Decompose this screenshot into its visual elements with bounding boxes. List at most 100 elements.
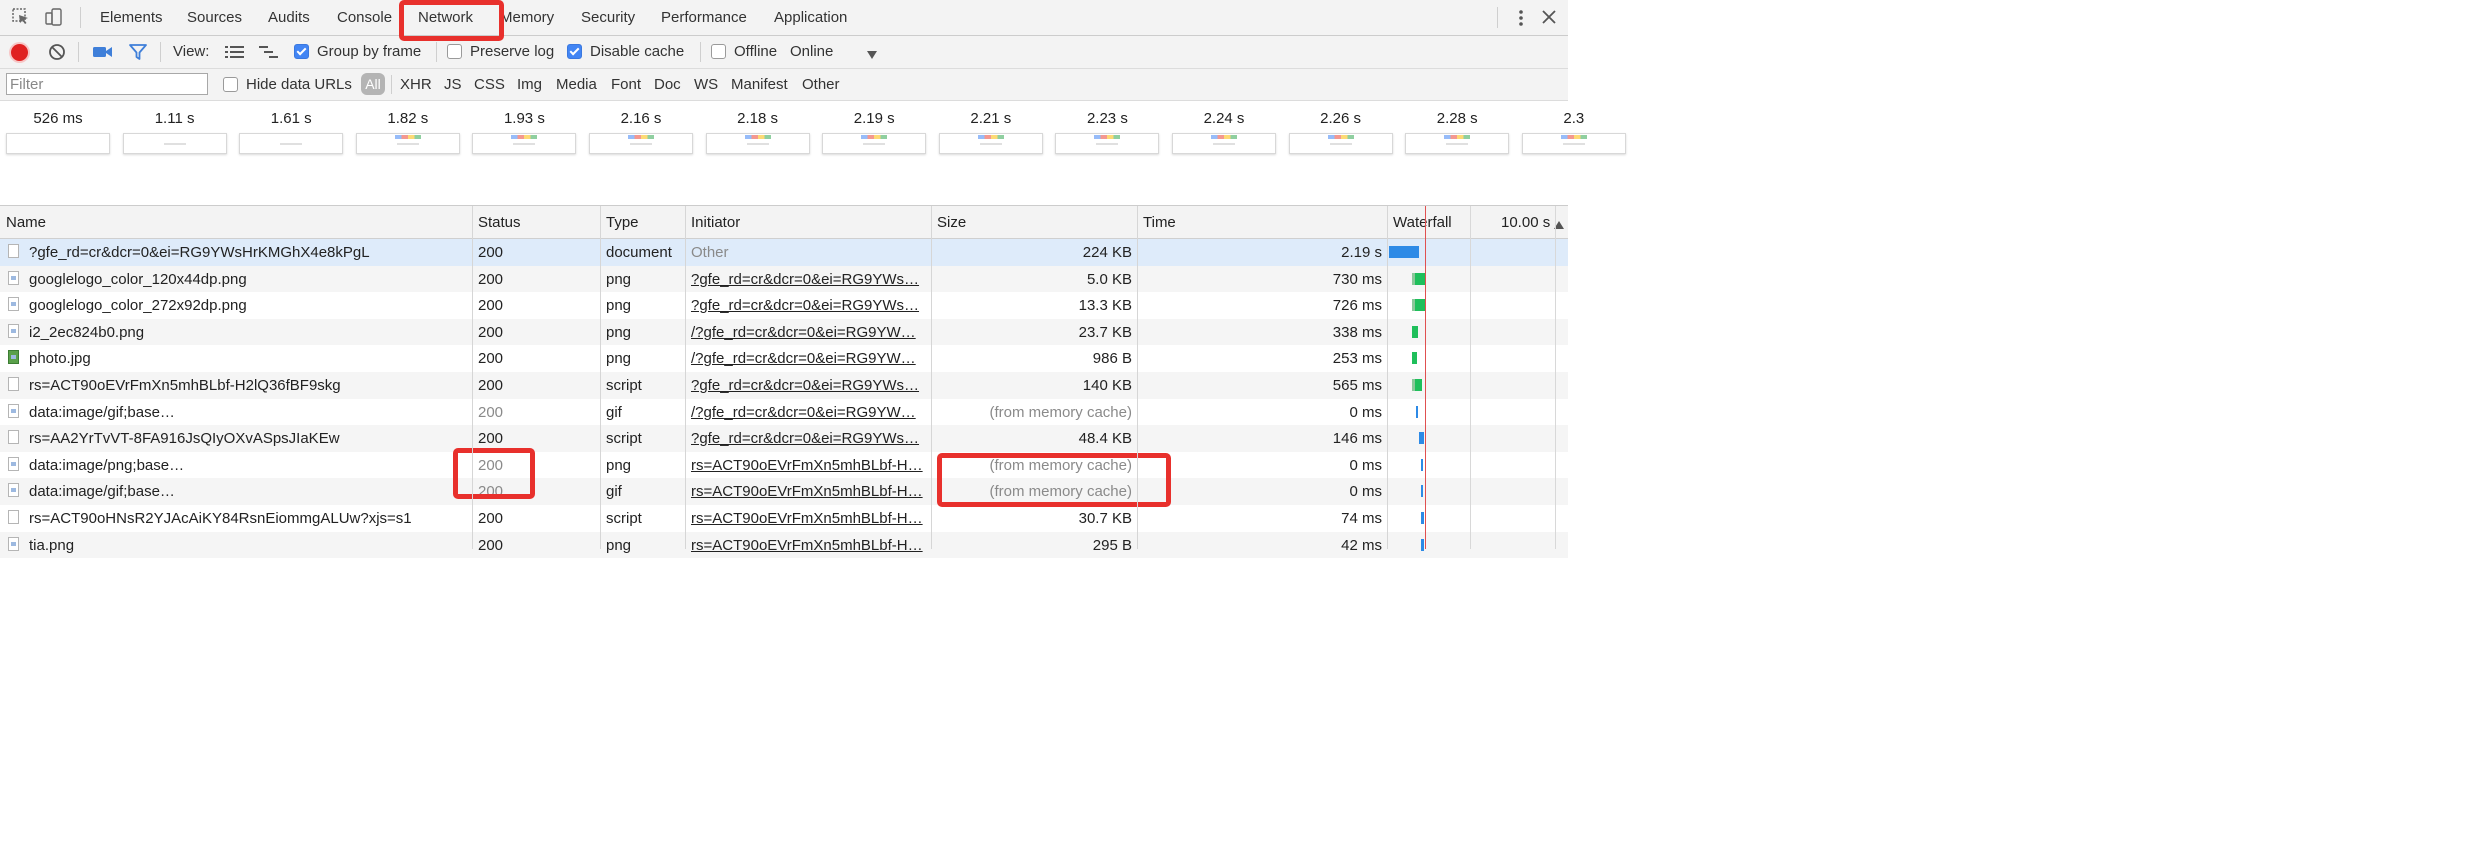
divider — [436, 42, 437, 62]
tab-elements[interactable]: Elements — [100, 9, 163, 26]
group-by-frame-checkbox[interactable] — [294, 44, 309, 59]
filter-funnel-icon[interactable] — [128, 43, 148, 61]
column-header-waterfall[interactable]: Waterfall — [1393, 214, 1452, 231]
filmstrip-frame-thumbnail[interactable] — [1405, 133, 1510, 154]
hide-data-urls-checkbox[interactable] — [223, 77, 238, 92]
large-rows-icon[interactable] — [225, 45, 244, 59]
tab-performance[interactable]: Performance — [661, 9, 747, 26]
column-header-initiator[interactable]: Initiator — [691, 214, 740, 231]
table-row[interactable]: rs=AA2YrTvVT-8FA916JsQIyOXvASpsJIaKEw 200… — [0, 425, 1568, 452]
table-row[interactable]: data:image/png;base… 200 png rs=ACT90oEVrFm… — [0, 452, 1568, 479]
request-initiator-link[interactable]: /?gfe_rd=cr&dcr=0&ei=RG9YW… — [691, 404, 925, 421]
filmstrip-frame-thumbnail[interactable] — [1288, 133, 1393, 154]
clear-icon[interactable] — [48, 43, 66, 61]
request-initiator-link[interactable]: ?gfe_rd=cr&dcr=0&ei=RG9YWs… — [691, 297, 925, 314]
column-header-type[interactable]: Type — [606, 214, 639, 231]
tab-security[interactable]: Security — [581, 9, 635, 26]
table-row[interactable]: data:image/gif;base… 200 gif rs=ACT90oEVrFm… — [0, 478, 1568, 505]
filmstrip-frame-thumbnail[interactable] — [705, 133, 810, 154]
table-row[interactable]: data:image/gif;base… 200 gif /?gfe_rd=cr&dc… — [0, 399, 1568, 426]
filmstrip-frame-thumbnail[interactable] — [938, 133, 1043, 154]
tab-application[interactable]: Application — [774, 9, 847, 26]
filter-type-font[interactable]: Font — [611, 76, 641, 93]
device-toolbar-icon[interactable] — [44, 7, 64, 27]
filter-type-img[interactable]: Img — [517, 76, 542, 93]
table-row[interactable]: ?gfe_rd=cr&dcr=0&ei=RG9YWsHrKMGhX4e8kPgL… — [0, 239, 1568, 266]
filter-type-js[interactable]: JS — [444, 76, 462, 93]
offline-checkbox[interactable] — [711, 44, 726, 59]
request-initiator-link[interactable]: ?gfe_rd=cr&dcr=0&ei=RG9YWs… — [691, 377, 925, 394]
column-header-size[interactable]: Size — [937, 214, 966, 231]
page-thumbnail-content — [163, 143, 186, 145]
column-header-time[interactable]: Time — [1143, 214, 1176, 231]
tab-audits[interactable]: Audits — [268, 9, 310, 26]
capture-screenshots-icon[interactable] — [93, 45, 113, 59]
filmstrip-frame-thumbnail[interactable] — [355, 133, 460, 154]
inspect-element-icon[interactable] — [12, 8, 30, 26]
request-initiator-link[interactable]: rs=ACT90oEVrFmXn5mhBLbf-H… — [691, 457, 925, 474]
divider — [700, 42, 701, 62]
filter-type-css[interactable]: CSS — [474, 76, 505, 93]
offline-label: Offline — [734, 43, 778, 60]
preserve-log-checkbox[interactable] — [447, 44, 462, 59]
search-box-thumbnail — [1446, 143, 1469, 145]
preserve-log-label: Preserve log — [470, 43, 555, 60]
filmstrip-frame-thumbnail[interactable] — [1055, 133, 1160, 154]
more-options-icon[interactable] — [1515, 9, 1527, 27]
disable-cache-checkbox[interactable] — [567, 44, 582, 59]
filter-type-media[interactable]: Media — [556, 76, 597, 93]
filmstrip-frame-time: 2.24 s — [1203, 110, 1245, 127]
close-icon[interactable] — [1542, 10, 1556, 24]
filter-type-manifest[interactable]: Manifest — [731, 76, 788, 93]
overview-waterfall-icon[interactable] — [259, 45, 279, 59]
filmstrip-frame-thumbnail[interactable] — [1172, 133, 1276, 154]
request-initiator-link[interactable]: ?gfe_rd=cr&dcr=0&ei=RG9YWs… — [691, 430, 925, 447]
chevron-down-icon[interactable] — [866, 47, 878, 59]
request-initiator-link[interactable]: ?gfe_rd=cr&dcr=0&ei=RG9YWs… — [691, 271, 925, 288]
column-divider[interactable] — [472, 206, 473, 549]
column-divider[interactable] — [931, 206, 932, 549]
filmstrip-frame-thumbnail[interactable] — [1521, 133, 1626, 154]
filter-type-all[interactable]: All — [361, 73, 385, 95]
filter-input[interactable] — [6, 73, 208, 95]
tab-console[interactable]: Console — [337, 9, 392, 26]
request-initiator-link[interactable]: /?gfe_rd=cr&dcr=0&ei=RG9YW… — [691, 350, 925, 367]
table-row[interactable]: rs=ACT90oHNsR2YJAcAiKY84RsnEiommgALUw?xj… — [0, 505, 1568, 532]
table-row[interactable]: tia.png 200 png rs=ACT90oEVrFmXn5mhBLbf-H… 2… — [0, 531, 1568, 559]
record-icon[interactable] — [11, 44, 28, 61]
filmstrip-frame-thumbnail[interactable] — [6, 133, 110, 154]
table-row[interactable]: rs=ACT90oEVrFmXn5mhBLbf-H2lQ36fBF9skg 200… — [0, 372, 1568, 399]
filter-type-doc[interactable]: Doc — [654, 76, 681, 93]
search-box-thumbnail — [630, 143, 652, 145]
filter-type-ws[interactable]: WS — [694, 76, 718, 93]
tab-sources[interactable]: Sources — [187, 9, 242, 26]
table-row[interactable]: googlelogo_color_272x92dp.png 200 png ?gfe_… — [0, 292, 1568, 319]
table-row[interactable]: i2_2ec824b0.png 200 png /?gfe_rd=cr&dcr=0&e… — [0, 318, 1568, 346]
column-divider[interactable] — [1137, 206, 1138, 549]
request-initiator-link[interactable]: rs=ACT90oEVrFmXn5mhBLbf-H… — [691, 537, 925, 554]
throttling-select[interactable]: Online — [790, 43, 833, 60]
request-initiator-link[interactable]: rs=ACT90oEVrFmXn5mhBLbf-H… — [691, 483, 925, 500]
google-logo-icon — [1327, 135, 1354, 139]
filmstrip-frame-thumbnail[interactable] — [472, 133, 577, 154]
filmstrip-frame-thumbnail[interactable] — [589, 133, 693, 154]
request-type: png — [606, 270, 632, 288]
table-row[interactable]: googlelogo_color_120x44dp.png 200 png ?gfe_… — [0, 265, 1568, 293]
filter-type-xhr[interactable]: XHR — [400, 76, 432, 93]
request-initiator-link[interactable]: rs=ACT90oEVrFmXn5mhBLbf-H… — [691, 510, 925, 527]
column-header-status[interactable]: Status — [478, 214, 521, 231]
filmstrip-frame-thumbnail[interactable] — [239, 133, 344, 154]
document-file-icon — [8, 244, 19, 258]
tab-memory[interactable]: Memory — [500, 9, 554, 26]
image-file-icon — [8, 456, 19, 471]
table-row[interactable]: photo.jpg 200 png /?gfe_rd=cr&dcr=0&ei=RG9Y… — [0, 345, 1568, 372]
filmstrip-frame-thumbnail[interactable] — [822, 133, 927, 154]
image-file-icon — [8, 536, 19, 551]
column-divider[interactable] — [600, 206, 601, 549]
column-divider[interactable] — [1387, 206, 1388, 549]
request-initiator-link[interactable]: /?gfe_rd=cr&dcr=0&ei=RG9YW… — [691, 324, 925, 341]
column-divider[interactable] — [685, 206, 686, 549]
column-header-name[interactable]: Name — [6, 214, 46, 231]
filter-type-other[interactable]: Other — [802, 76, 840, 93]
filmstrip-frame-thumbnail[interactable] — [122, 133, 227, 154]
